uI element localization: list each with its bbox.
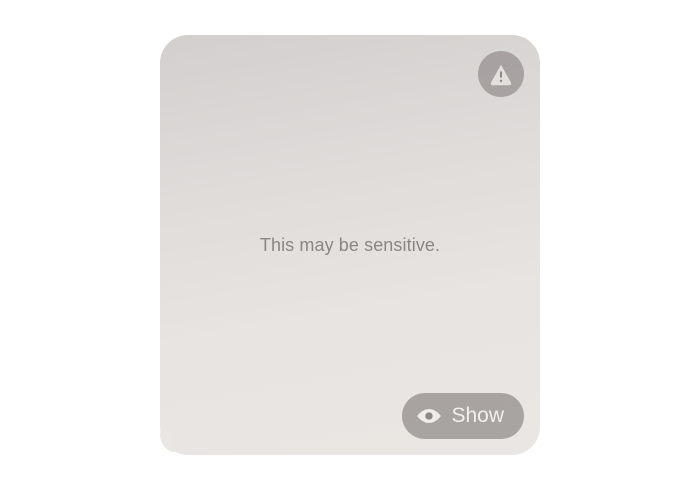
- warning-badge[interactable]: [478, 51, 524, 97]
- bubble-tail: [152, 433, 174, 455]
- sensitive-content-bubble: This may be sensitive. Show: [160, 35, 540, 455]
- sensitive-content-label: This may be sensitive.: [260, 235, 440, 256]
- message-bubble-container: This may be sensitive. Show: [160, 35, 540, 465]
- eye-icon: [416, 403, 442, 429]
- show-button-label: Show: [451, 404, 504, 428]
- show-button[interactable]: Show: [402, 393, 524, 439]
- warning-icon: [488, 61, 514, 87]
